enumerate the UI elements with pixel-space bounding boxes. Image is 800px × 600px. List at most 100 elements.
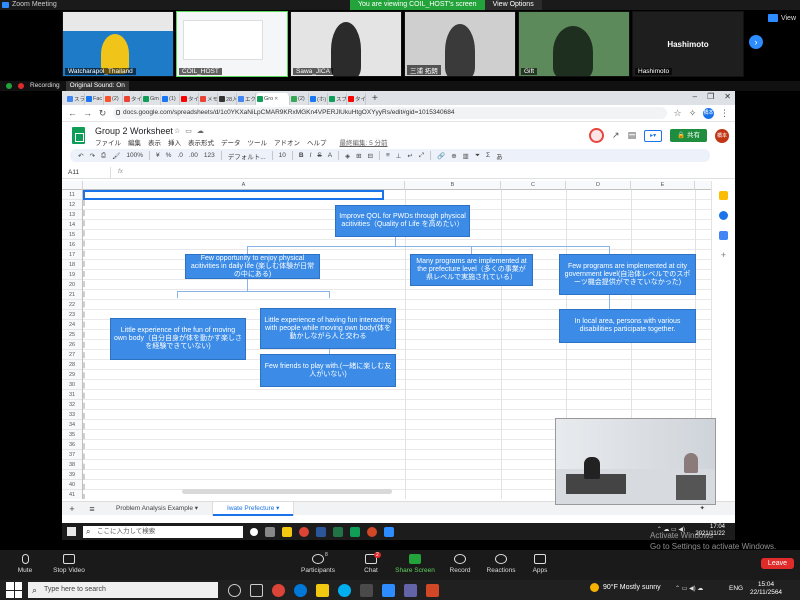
store-icon[interactable]: [360, 583, 373, 597]
browser-profile-avatar[interactable]: 橋本: [703, 107, 714, 119]
corner-select-all[interactable]: [62, 181, 83, 190]
browser-tab[interactable]: Fac: [85, 93, 104, 105]
row-header[interactable]: 28: [62, 360, 82, 370]
next-page-icon[interactable]: ›: [749, 35, 763, 49]
add-addon-icon[interactable]: +: [719, 251, 728, 260]
participants-button[interactable]: 8 Participants: [293, 552, 343, 574]
start-icon[interactable]: [67, 527, 76, 536]
explore-icon[interactable]: ✦: [700, 504, 705, 512]
share-button[interactable]: 🔒 共有: [670, 129, 707, 142]
row-header[interactable]: 29: [62, 370, 82, 380]
collaborator-avatar[interactable]: [589, 128, 605, 143]
diagram-level1-box[interactable]: Many programs are implemented at the pre…: [410, 254, 533, 286]
increase-decimals-button[interactable]: .00: [189, 152, 198, 159]
original-sound-toggle[interactable]: Original Sound: On: [65, 81, 129, 91]
browser-menu-icon[interactable]: ⋮: [720, 108, 729, 119]
row-header[interactable]: 36: [62, 440, 82, 450]
all-sheets-icon[interactable]: ≡: [82, 504, 102, 514]
row-header[interactable]: 30: [62, 380, 82, 390]
filter-icon[interactable]: ⏷: [475, 152, 480, 160]
meet-present-icon[interactable]: ▸▾: [644, 129, 663, 142]
video-overlay[interactable]: [555, 418, 716, 505]
participant-tile[interactable]: Hashimoto Hashimoto: [632, 11, 744, 77]
bold-icon[interactable]: B: [299, 152, 304, 159]
task-view-icon[interactable]: [250, 583, 263, 597]
extensions-icon[interactable]: ✧: [688, 108, 697, 119]
row-header[interactable]: 23: [62, 310, 82, 320]
new-tab-icon[interactable]: +: [372, 93, 378, 105]
input-tools-icon[interactable]: あ: [496, 151, 503, 161]
row-header[interactable]: 33: [62, 410, 82, 420]
task-view-icon[interactable]: [265, 526, 275, 537]
file-explorer-icon[interactable]: [282, 526, 292, 537]
menu-format[interactable]: 表示形式: [188, 137, 214, 147]
more-formats-button[interactable]: 123: [204, 152, 215, 159]
text-wrap-icon[interactable]: ↵: [407, 152, 412, 160]
excel-icon[interactable]: [333, 526, 343, 537]
zoom-app-icon[interactable]: [384, 526, 394, 537]
row-header[interactable]: 17: [62, 250, 82, 260]
row-header[interactable]: 13: [62, 210, 82, 220]
view-options-button[interactable]: View Options: [484, 0, 542, 10]
minimize-icon[interactable]: –: [693, 92, 697, 101]
edge-icon[interactable]: [294, 583, 307, 597]
close-tab-icon[interactable]: ✕: [274, 96, 278, 102]
word-icon[interactable]: [316, 526, 326, 537]
url-input[interactable]: docs.google.com/spreadsheets/d/1c0YKXaNi…: [113, 107, 667, 119]
row-header[interactable]: 26: [62, 340, 82, 350]
menu-addons[interactable]: アドオン: [274, 137, 300, 147]
zoom-select[interactable]: 100%: [126, 152, 143, 159]
activity-trend-icon[interactable]: ↗: [612, 130, 620, 141]
user-avatar[interactable]: 橋本: [715, 128, 729, 143]
reload-icon[interactable]: ↻: [98, 108, 107, 119]
taskbar-search-input[interactable]: Type here to search: [28, 582, 218, 598]
row-header[interactable]: 32: [62, 400, 82, 410]
chrome-icon[interactable]: [299, 526, 309, 537]
paint-format-icon[interactable]: 🖌: [112, 152, 120, 160]
browser-tab[interactable]: エク: [237, 93, 256, 105]
sheets-logo-icon[interactable]: [72, 127, 85, 144]
cortana-icon[interactable]: [250, 527, 258, 536]
strikethrough-icon[interactable]: S: [317, 152, 321, 159]
back-icon[interactable]: ←: [68, 108, 77, 118]
browser-tab[interactable]: (1): [161, 93, 180, 105]
horizontal-scrollbar[interactable]: [182, 489, 392, 494]
row-header[interactable]: 16: [62, 240, 82, 250]
browser-tab[interactable]: 28入: [218, 93, 237, 105]
close-window-icon[interactable]: ✕: [724, 92, 731, 101]
horizontal-align-icon[interactable]: ≡: [386, 152, 390, 159]
cortana-icon[interactable]: [228, 583, 241, 597]
chrome-icon[interactable]: [272, 583, 285, 597]
maximize-icon[interactable]: ❐: [707, 92, 714, 101]
italic-icon[interactable]: I: [310, 152, 312, 159]
functions-icon[interactable]: Σ: [486, 152, 490, 159]
row-header[interactable]: 24: [62, 320, 82, 330]
sheet-tab[interactable]: Problem Analysis Example ▾: [102, 501, 214, 516]
comment-history-icon[interactable]: ▤: [628, 130, 637, 141]
column-header[interactable]: F: [695, 181, 711, 190]
row-header[interactable]: 35: [62, 430, 82, 440]
font-select[interactable]: デフォルト...: [228, 151, 266, 161]
forward-icon[interactable]: →: [83, 108, 92, 118]
menu-tools[interactable]: ツール: [248, 137, 268, 147]
browser-tab[interactable]: Gm: [142, 93, 161, 105]
weather-widget[interactable]: 90°F Mostly sunny: [590, 583, 661, 592]
keep-icon[interactable]: [719, 191, 728, 200]
column-header[interactable]: D: [566, 181, 631, 190]
row-header[interactable]: 40: [62, 480, 82, 490]
row-header[interactable]: 14: [62, 220, 82, 230]
row-header[interactable]: 39: [62, 470, 82, 480]
row-header[interactable]: 12: [62, 200, 82, 210]
menu-data[interactable]: データ: [221, 137, 241, 147]
file-explorer-icon[interactable]: [316, 583, 329, 597]
browser-tab[interactable]: (2): [290, 93, 309, 105]
undo-icon[interactable]: ↶: [78, 152, 83, 160]
participant-tile[interactable]: Watcharapol_Thailand: [62, 11, 174, 77]
participant-tile[interactable]: COIL_HOST: [176, 11, 288, 77]
menu-insert[interactable]: 挿入: [168, 137, 181, 147]
bookmark-star-icon[interactable]: ☆: [673, 108, 682, 119]
name-box[interactable]: A11: [68, 169, 79, 176]
row-header[interactable]: 27: [62, 350, 82, 360]
browser-tab[interactable]: メモ: [199, 93, 218, 105]
browser-tab[interactable]: スプ: [328, 93, 347, 105]
